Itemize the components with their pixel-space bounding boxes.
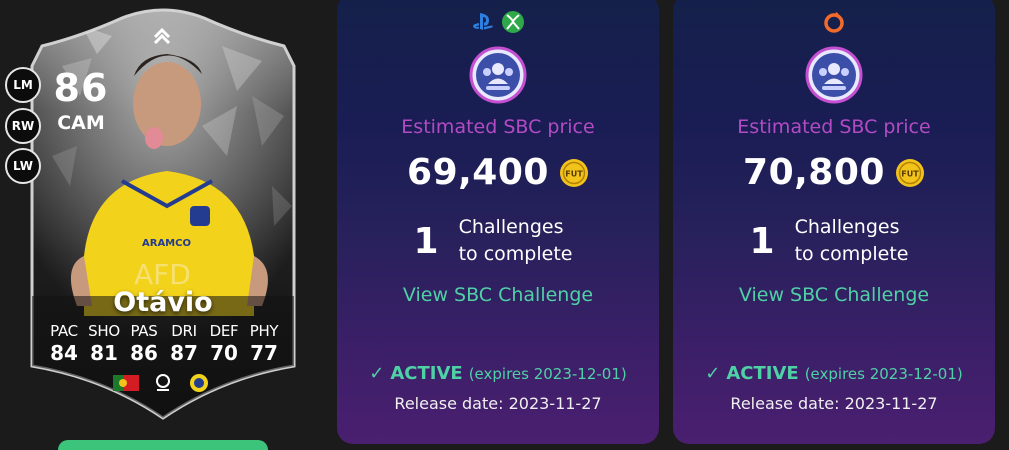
sbc-panel-console: Estimated SBC price 69,400 FUT 1 Challen… bbox=[337, 0, 659, 444]
check-icon: ✓ bbox=[369, 363, 385, 384]
stat-label: DRI bbox=[171, 322, 197, 340]
sbc-price: 70,800 bbox=[743, 152, 885, 193]
stat-pac: PAC 84 bbox=[44, 322, 84, 365]
player-rating: 86 bbox=[53, 66, 109, 110]
sbc-price: 69,400 bbox=[407, 152, 549, 193]
view-sbc-challenge-link[interactable]: View SBC Challenge bbox=[673, 284, 995, 306]
chevron-up-icon bbox=[153, 27, 171, 45]
challenge-count-row: 1 Challenges to complete bbox=[673, 214, 995, 268]
challenge-text: Challenges to complete bbox=[459, 214, 573, 268]
stat-value: 70 bbox=[210, 341, 238, 365]
league-icon bbox=[156, 374, 170, 391]
alt-position-badge[interactable]: RW bbox=[5, 108, 41, 144]
price-label: Estimated SBC price bbox=[401, 116, 595, 138]
status-row: ✓ ACTIVE (expires 2023-12-01) bbox=[673, 363, 995, 384]
stat-sho: SHO 81 bbox=[84, 322, 124, 365]
challenge-text-line: Challenges bbox=[458, 216, 564, 238]
player-name: Otávio bbox=[113, 287, 213, 318]
release-date: Release date: 2023-11-27 bbox=[394, 394, 602, 413]
sbc-group-badge-icon bbox=[469, 46, 527, 104]
sbc-group-badge-icon bbox=[805, 46, 863, 104]
player-position: CAM bbox=[57, 112, 105, 134]
kit-sponsor: ARAMCO bbox=[142, 238, 191, 249]
platform-icons bbox=[337, 10, 659, 36]
sbc-panel-pc: Estimated SBC price 70,800 FUT 1 Challen… bbox=[673, 0, 995, 444]
challenge-text-line: Challenges bbox=[794, 216, 900, 238]
playstation-icon bbox=[473, 13, 493, 30]
status-label: ACTIVE bbox=[726, 363, 799, 384]
stat-value: 87 bbox=[170, 341, 198, 365]
challenge-text: Challenges to complete bbox=[795, 214, 909, 268]
action-button[interactable] bbox=[58, 440, 268, 450]
stat-label: SHO bbox=[88, 322, 120, 340]
svg-text:FUT: FUT bbox=[901, 169, 919, 178]
stat-value: 84 bbox=[50, 341, 78, 365]
portugal-flag-icon bbox=[113, 375, 139, 391]
origin-pc-icon bbox=[824, 12, 844, 33]
status-expiry: (expires 2023-12-01) bbox=[468, 365, 627, 383]
svg-text:FUT: FUT bbox=[565, 169, 583, 178]
stat-value: 77 bbox=[250, 341, 278, 365]
challenge-text-line: to complete bbox=[458, 243, 573, 265]
platform-icons bbox=[673, 10, 995, 36]
stat-label: PAC bbox=[50, 322, 78, 340]
stat-label: DEF bbox=[209, 322, 239, 340]
stat-phy: PHY 77 bbox=[244, 322, 284, 365]
alt-position-badge[interactable]: LM bbox=[5, 67, 41, 103]
status-label: ACTIVE bbox=[390, 363, 463, 384]
club-crest-icon bbox=[190, 374, 208, 392]
price-row: 70,800 FUT bbox=[673, 152, 995, 193]
stat-label: PHY bbox=[249, 322, 279, 340]
xbox-icon bbox=[502, 11, 524, 33]
fut-coin-icon: FUT bbox=[559, 158, 588, 187]
status-row: ✓ ACTIVE (expires 2023-12-01) bbox=[337, 363, 659, 384]
stat-value: 81 bbox=[90, 341, 118, 365]
challenge-count-row: 1 Challenges to complete bbox=[337, 214, 659, 268]
fut-coin-icon: FUT bbox=[895, 158, 924, 187]
view-sbc-challenge-link[interactable]: View SBC Challenge bbox=[337, 284, 659, 306]
challenge-text-line: to complete bbox=[794, 243, 909, 265]
status-expiry: (expires 2023-12-01) bbox=[804, 365, 963, 383]
release-date: Release date: 2023-11-27 bbox=[730, 394, 938, 413]
alt-position-badge[interactable]: LW bbox=[5, 148, 41, 184]
stat-dri: DRI 87 bbox=[164, 322, 204, 365]
check-icon: ✓ bbox=[705, 363, 721, 384]
stat-value: 86 bbox=[130, 341, 158, 365]
stat-label: PAS bbox=[130, 322, 158, 340]
challenge-count: 1 bbox=[749, 220, 775, 262]
price-label: Estimated SBC price bbox=[737, 116, 931, 138]
price-row: 69,400 FUT bbox=[337, 152, 659, 193]
player-card[interactable]: ARAMCO AFD 86 CAM LM RW LW Otávio PAC 84… bbox=[0, 0, 330, 450]
stat-def: DEF 70 bbox=[204, 322, 244, 365]
challenge-count: 1 bbox=[413, 220, 439, 262]
player-stats: PAC 84 SHO 81 PAS 86 DRI 87 DEF 70 PHY 7… bbox=[44, 322, 284, 365]
nation-league-club-icons bbox=[113, 374, 208, 392]
stat-pas: PAS 86 bbox=[124, 322, 164, 365]
